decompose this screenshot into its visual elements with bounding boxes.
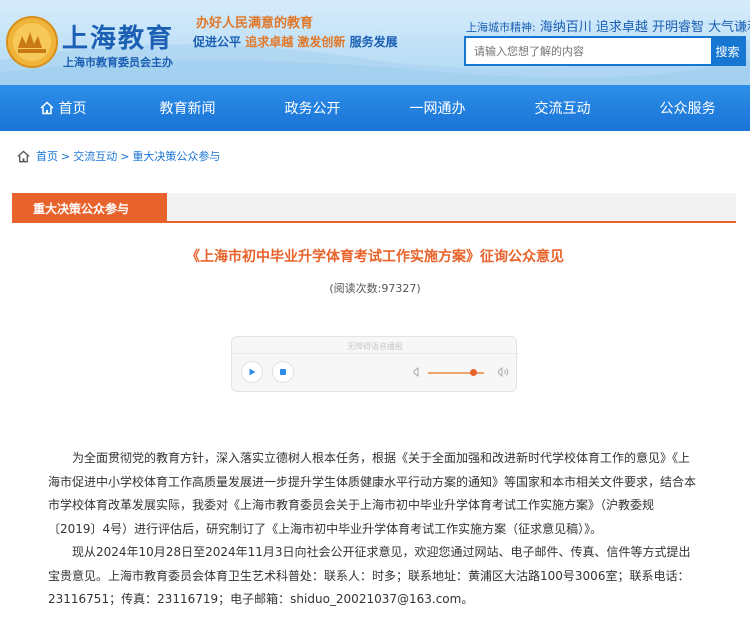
nav-item-online-services[interactable]: 一网通办 — [375, 85, 500, 131]
play-icon — [249, 368, 256, 376]
player-title: 无障碍语音播报 — [347, 342, 403, 351]
article-paragraph-2: 现从2024年10月28日至2024年11月3日向社会公开征求意见，欢迎您通过网… — [48, 545, 691, 606]
nav-item-home[interactable]: 首页 — [0, 85, 125, 131]
search-input[interactable] — [466, 38, 711, 64]
article-paragraph-1: 为全面贯彻党的教育方针，深入落实立德树人根本任务，根据《关于全面加强和改进新时代… — [48, 451, 697, 536]
volume-high-icon[interactable] — [496, 366, 510, 378]
main-nav: 首页 教育新闻 政务公开 一网通办 交流互动 公众服务 — [0, 85, 750, 131]
nav-item-education-news[interactable]: 教育新闻 — [125, 85, 250, 131]
nav-item-public-services[interactable]: 公众服务 — [625, 85, 750, 131]
breadcrumb-current[interactable]: 重大决策公众参与 — [132, 148, 220, 164]
breadcrumb-separator: > — [61, 149, 71, 163]
read-count: (阅读次数:97327) — [329, 282, 421, 295]
article-body: 为全面贯彻党的教育方针，深入落实立德树人根本任务，根据《关于全面加强和改进新时代… — [48, 447, 700, 612]
slogan-part-b: 追求卓越 — [245, 35, 294, 49]
article-title: 《上海市初中毕业升学体育考试工作实施方案》征询公众意见 — [186, 249, 564, 265]
site-header: 上海教育 上海市教育委员会主办 办好人民满意的教育 促进公平 追求卓越 激发创新… — [0, 0, 750, 85]
breadcrumb-home[interactable]: 首页 — [36, 148, 58, 164]
nav-label: 教育新闻 — [159, 101, 216, 117]
slogan-part-a: 促进公平 — [193, 35, 242, 49]
play-button[interactable] — [241, 361, 263, 383]
slogan-line-2: 促进公平 追求卓越 激发创新 服务发展 — [193, 33, 398, 50]
section-bar: 重大决策公众参与 — [12, 193, 736, 223]
site-logo-title[interactable]: 上海教育 — [62, 18, 174, 55]
stop-icon — [280, 369, 286, 375]
slogan-part-d: 服务发展 — [349, 35, 398, 49]
nav-label: 政务公开 — [284, 101, 341, 117]
breadcrumb-separator: > — [120, 149, 130, 163]
nav-label: 首页 — [58, 101, 87, 117]
education-logo-emblem[interactable] — [4, 14, 60, 70]
search-box: 搜索 — [464, 36, 746, 66]
nav-item-government-affairs[interactable]: 政务公开 — [250, 85, 375, 131]
stop-button[interactable] — [272, 361, 294, 383]
section-tab[interactable]: 重大决策公众参与 — [12, 193, 167, 223]
city-spirit-text: 海纳百川 追求卓越 开明睿智 大气谦和 — [539, 20, 750, 35]
home-icon — [17, 149, 30, 162]
slogan-part-c: 激发创新 — [297, 35, 346, 49]
site-logo-subtitle: 上海市教育委员会主办 — [63, 56, 173, 69]
player-divider — [232, 353, 518, 354]
audio-player: 无障碍语音播报 — [231, 336, 518, 392]
city-spirit: 上海城市精神: 海纳百川 追求卓越 开明睿智 大气谦和 — [466, 16, 750, 35]
breadcrumb: 首页 > 交流互动 > 重大决策公众参与 — [16, 148, 220, 164]
slogan-line-1: 办好人民满意的教育 — [196, 16, 314, 31]
nav-label: 交流互动 — [534, 101, 591, 117]
volume-low-icon[interactable] — [410, 366, 422, 378]
volume-slider-handle[interactable] — [470, 369, 478, 376]
search-button[interactable]: 搜索 — [711, 38, 744, 64]
nav-item-interaction[interactable]: 交流互动 — [500, 85, 625, 131]
nav-label: 公众服务 — [659, 101, 716, 117]
home-icon — [39, 101, 54, 115]
city-spirit-label: 上海城市精神: — [466, 21, 536, 34]
nav-label: 一网通办 — [409, 101, 466, 117]
breadcrumb-interaction[interactable]: 交流互动 — [73, 148, 117, 164]
